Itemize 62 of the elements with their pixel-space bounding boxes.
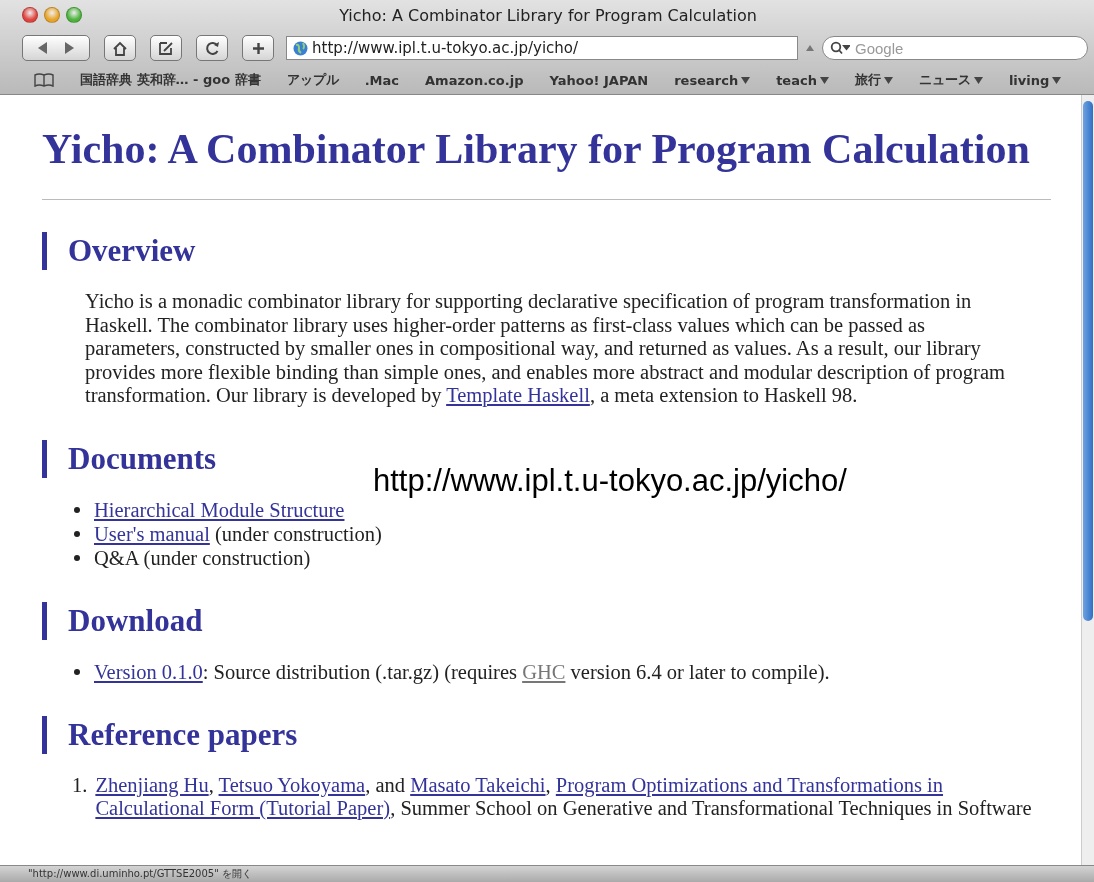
link[interactable]: Calculational Form (Tutorial Paper): [95, 796, 391, 819]
link[interactable]: Version 0.1.0: [94, 660, 203, 683]
link[interactable]: Program Optimizations and Transformations in: [555, 773, 943, 796]
bookmark-item[interactable]: アップル: [286, 71, 339, 89]
bookmark-item[interactable]: 旅行: [854, 71, 893, 89]
search-icon: [830, 41, 850, 55]
citation-line: Calculational Form (Tutorial Paper), Summer School on Generative and Transformational Techniques in Software: [95, 796, 1032, 820]
home-button[interactable]: [104, 35, 136, 61]
bullet-icon: [74, 554, 80, 561]
add-bookmark-button[interactable]: [242, 35, 274, 61]
section-heading: Reference papers: [68, 716, 298, 753]
heading-bar: [42, 232, 47, 270]
scroll-thumb[interactable]: [1083, 101, 1093, 621]
heading-bar: [42, 715, 47, 754]
status-bar: "http://www.di.uminho.pt/GTTSE2005" を開く: [0, 865, 1094, 882]
dropdown-icon[interactable]: [806, 45, 814, 51]
section-heading: Documents: [68, 440, 217, 477]
zoom-button[interactable]: [66, 7, 82, 23]
list-number: 1.: [72, 773, 88, 798]
search-field[interactable]: Google: [822, 36, 1088, 60]
link[interactable]: GHC: [522, 660, 566, 683]
citation-line: Zhenjiang Hu, Tetsuo Yokoyama, and Masato Takeichi, Program Optimizations and Transformations in: [95, 773, 944, 797]
bookmark-item[interactable]: living: [1008, 72, 1062, 88]
home-icon: [112, 40, 128, 56]
close-button[interactable]: [22, 7, 38, 23]
edit-button[interactable]: [150, 35, 182, 61]
globe-icon: [293, 40, 308, 56]
overview-paragraph: Yicho is a monadic combinator library for supporting declarative specification of program transformation in Haskell. The combinator library uses higher-order patterns as first-class values which can be passed as parameters, constructed by smaller ones in compositional way, and returned as values. As a result, our library provides more flexible binding than simple ones, and enables more abstract and modular description of program transformation. Our library is developed by Template Haskell, a meta extension to Haskell 98.: [85, 290, 1006, 408]
bookmark-item[interactable]: teach: [776, 72, 829, 88]
list-item-text: Q&A (under construction): [94, 545, 311, 570]
list-item-text: User's manual (under construction): [94, 521, 382, 546]
section-heading: Overview: [68, 233, 196, 269]
link[interactable]: Tetsuo Yokoyama: [218, 773, 366, 796]
bookmark-item[interactable]: research: [674, 72, 751, 88]
window-title: Yicho: A Combinator Library for Program Calculation: [338, 5, 758, 25]
bookmark-item[interactable]: Yahoo! JAPAN: [549, 72, 649, 88]
bookmark-item[interactable]: .Mac: [364, 72, 400, 88]
list-item-text: Version 0.1.0: Source distribution (.tar.gz) (requires GHC version 6.4 or later to compile).: [94, 659, 830, 684]
bullet-icon: [74, 530, 80, 537]
bookmark-item[interactable]: Amazon.co.jp: [425, 72, 524, 88]
bullet-icon: [74, 668, 80, 675]
heading-bar: [42, 439, 47, 478]
page-title: Yicho: A Combinator Library for Program Calculation: [42, 125, 1031, 173]
link[interactable]: Template Haskell: [446, 384, 590, 406]
section-heading: Download: [68, 602, 203, 639]
reload-icon: [204, 40, 220, 56]
bookmark-item[interactable]: ニュース: [918, 71, 983, 89]
pencil-icon: [158, 40, 174, 56]
link[interactable]: Zhenjiang Hu: [95, 773, 209, 796]
heading-bar: [42, 601, 47, 640]
book-icon[interactable]: [34, 73, 54, 87]
link[interactable]: Hierarchical Module Structure: [94, 497, 345, 522]
url-caption: http://www.ipl.t.u-tokyo.ac.jp/yicho/: [373, 463, 847, 499]
plus-icon: [251, 41, 265, 55]
bookmark-item[interactable]: 国語辞典 英和辞… - goo 辞書: [80, 71, 261, 89]
scrollbar[interactable]: [1081, 95, 1094, 865]
link[interactable]: User's manual: [94, 522, 210, 545]
back-forward-button[interactable]: [22, 35, 90, 61]
reload-button[interactable]: [196, 35, 228, 61]
link[interactable]: Masato Takeichi: [410, 773, 546, 796]
bullet-icon: [74, 506, 80, 513]
address-field[interactable]: http://www.ipl.t.u-tokyo.ac.jp/yicho/: [286, 36, 798, 60]
